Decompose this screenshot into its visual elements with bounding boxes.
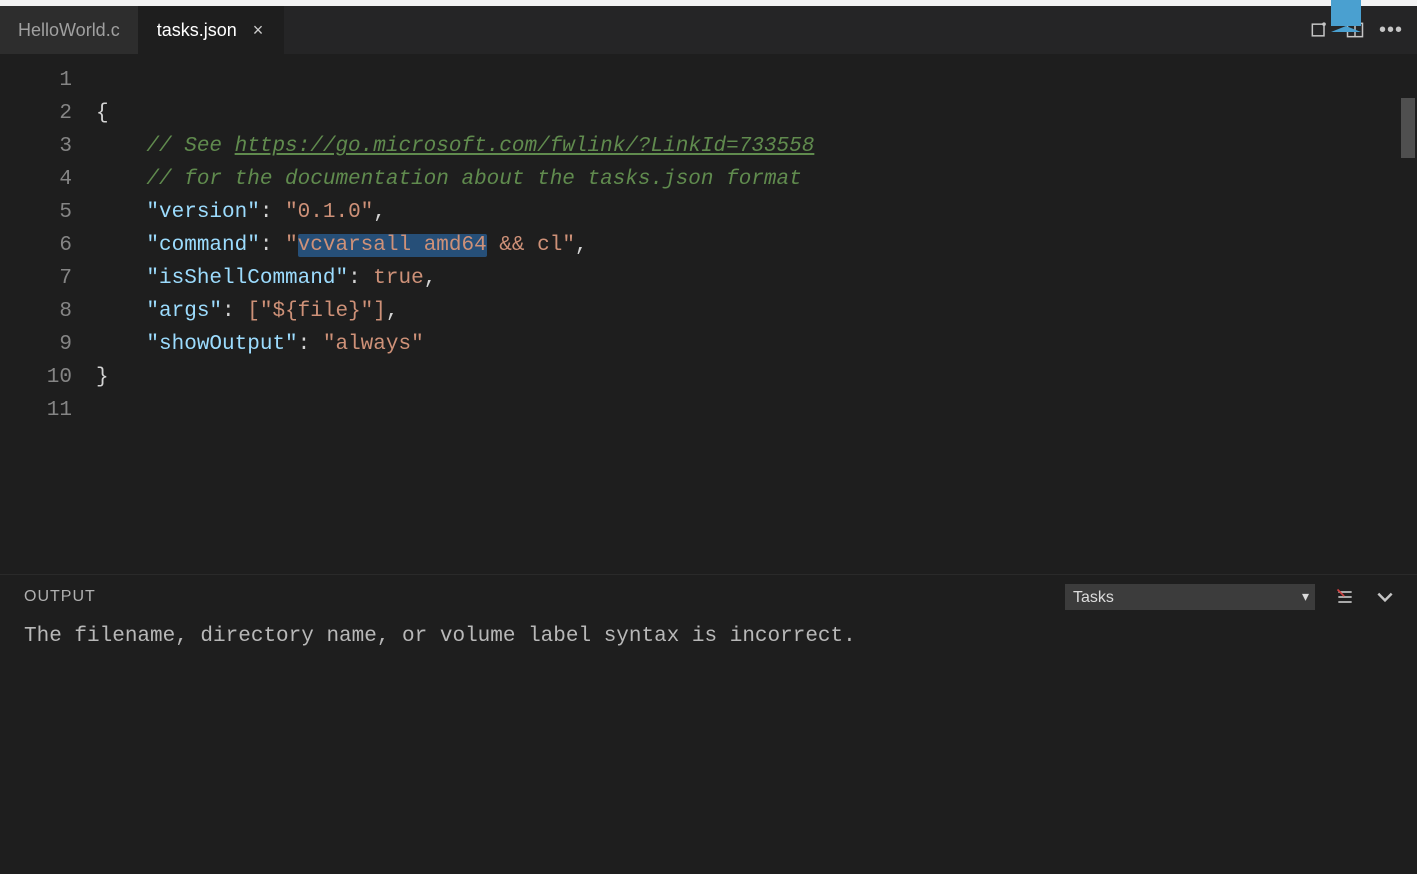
- val-isshellcommand: true: [373, 267, 423, 290]
- key-command: "command": [146, 234, 259, 257]
- output-body[interactable]: The filename, directory name, or volume …: [0, 619, 1417, 874]
- output-panel: OUTPUT Tasks: [0, 574, 1417, 874]
- doc-link[interactable]: https://go.microsoft.com/fwlink/?LinkId=…: [235, 135, 815, 158]
- val-showoutput: "always": [323, 333, 424, 356]
- brace-open: {: [96, 102, 109, 125]
- code-area[interactable]: { // See https://go.microsoft.com/fwlink…: [96, 54, 1403, 574]
- notification-flag-icon[interactable]: [1331, 0, 1361, 26]
- editor[interactable]: 1 2 3 4 5 6 7 8 9 10 11 { // See https:/…: [0, 54, 1417, 574]
- close-icon[interactable]: ×: [251, 20, 266, 41]
- tab-helloworld[interactable]: HelloWorld.c: [0, 6, 139, 54]
- tab-actions: •••: [1307, 6, 1417, 54]
- main-area: HelloWorld.c tasks.json × •••: [0, 6, 1417, 874]
- key-showoutput: "showOutput": [146, 333, 297, 356]
- collapse-panel-icon[interactable]: [1373, 585, 1397, 609]
- key-version: "version": [146, 201, 259, 224]
- comment-line-2: // for the documentation about the tasks…: [146, 168, 801, 191]
- val-command: "vcvarsall amd64 && cl": [285, 234, 575, 257]
- more-actions-icon[interactable]: •••: [1379, 19, 1403, 42]
- key-args: "args": [146, 300, 222, 323]
- tab-label: tasks.json: [157, 20, 237, 41]
- output-panel-title: OUTPUT: [24, 588, 96, 606]
- val-version: "0.1.0": [285, 201, 373, 224]
- val-args: ["${file}"]: [247, 300, 386, 323]
- tab-tasksjson[interactable]: tasks.json ×: [139, 6, 285, 54]
- line-number-gutter: 1 2 3 4 5 6 7 8 9 10 11: [0, 54, 96, 574]
- output-message: The filename, directory name, or volume …: [24, 625, 856, 648]
- tab-bar: HelloWorld.c tasks.json × •••: [0, 6, 1417, 54]
- compare-changes-icon[interactable]: [1307, 18, 1331, 42]
- clear-output-icon[interactable]: [1333, 585, 1357, 609]
- output-panel-header: OUTPUT Tasks: [0, 575, 1417, 619]
- text-selection: vcvarsall amd64: [298, 234, 487, 257]
- output-scrollbar[interactable]: [1401, 98, 1415, 158]
- comment-line-1: // See https://go.microsoft.com/fwlink/?…: [146, 135, 814, 158]
- key-isshellcommand: "isShellCommand": [146, 267, 348, 290]
- output-channel-select[interactable]: Tasks: [1065, 584, 1315, 610]
- tab-label: HelloWorld.c: [18, 20, 120, 41]
- brace-close: }: [96, 366, 109, 389]
